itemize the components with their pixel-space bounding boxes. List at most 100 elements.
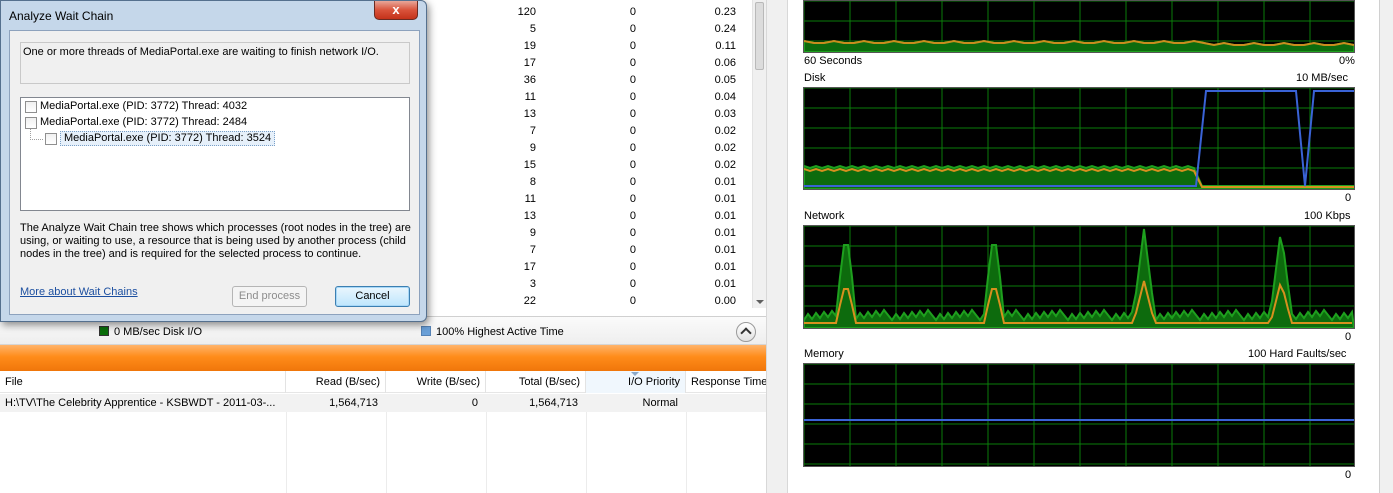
- thread-3524-checkbox[interactable]: [45, 133, 57, 145]
- network-area: [804, 228, 1354, 328]
- handles-cell: 0: [629, 193, 636, 205]
- cpu-time-label: 60 Seconds: [804, 55, 863, 67]
- threads-cell: 36: [523, 74, 536, 86]
- tree-connector: [30, 139, 43, 140]
- cpu-cell: 0.01: [714, 244, 736, 256]
- handles-cell: 0: [629, 91, 636, 103]
- collapse-button[interactable]: [736, 322, 756, 342]
- tree-node-thread-2484[interactable]: MediaPortal.exe (PID: 3772) Thread: 2484: [25, 115, 325, 131]
- cpu-cell: 0.01: [714, 193, 736, 205]
- disk-graph-min: 0: [1345, 192, 1352, 204]
- scroll-thumb[interactable]: [755, 2, 764, 70]
- column-read[interactable]: Read (B/sec): [286, 371, 386, 393]
- cpu-cell: 0.11: [715, 40, 736, 52]
- cpu-cell: 0.02: [714, 159, 736, 171]
- file-name: H:\TV\The Celebrity Apprentice - KSBWDT …: [5, 397, 276, 409]
- handles-cell: 0: [629, 261, 636, 273]
- handles-cell: 0: [629, 278, 636, 290]
- pane-splitter[interactable]: [766, 0, 788, 493]
- wait-chain-description: The Analyze Wait Chain tree shows which …: [20, 222, 411, 260]
- handles-cell: 0: [629, 210, 636, 222]
- io-priority-value: Normal: [642, 397, 678, 409]
- close-button[interactable]: x: [374, 1, 418, 20]
- thread-4032-checkbox[interactable]: [25, 101, 37, 113]
- cpu-cell: 0.01: [714, 261, 736, 273]
- cpu-cell: 0.00: [714, 295, 736, 307]
- memory-graph-title: Memory: [804, 348, 844, 360]
- active-time-legend: 100% Highest Active Time: [436, 326, 564, 338]
- network-graph: [803, 225, 1355, 329]
- dialog-content: One or more threads of MediaPortal.exe a…: [9, 30, 420, 315]
- disk-graph-scale: 10 MB/sec: [1296, 72, 1348, 84]
- wait-chain-tree[interactable]: MediaPortal.exe (PID: 3772) Thread: 4032…: [20, 97, 410, 211]
- handles-cell: 0: [629, 57, 636, 69]
- disk-io-legend: 0 MB/sec Disk I/O: [114, 326, 203, 338]
- scroll-down-icon[interactable]: [756, 300, 764, 304]
- handles-cell: 0: [629, 23, 636, 35]
- tree-node-label: MediaPortal.exe (PID: 3772) Thread: 2484: [40, 116, 248, 128]
- threads-cell: 8: [529, 176, 536, 188]
- threads-cell: 13: [523, 210, 536, 222]
- memory-graph-scale: 100 Hard Faults/sec: [1248, 348, 1347, 360]
- read-value: 1,564,713: [329, 397, 378, 409]
- threads-cell: 11: [524, 91, 536, 103]
- handles-cell: 0: [629, 176, 636, 188]
- cpu-cell: 0.03: [714, 108, 736, 120]
- network-graph-min: 0: [1345, 331, 1352, 343]
- cpu-cell: 0.01: [714, 227, 736, 239]
- cpu-cell: 0.01: [714, 278, 736, 290]
- close-icon: x: [392, 2, 400, 17]
- column-io-priority[interactable]: I/O Priority: [586, 371, 686, 393]
- threads-cell: 7: [529, 125, 536, 137]
- threads-cell: 17: [523, 261, 536, 273]
- threads-cell: 9: [529, 142, 536, 154]
- thread-2484-checkbox[interactable]: [25, 117, 37, 129]
- right-panel-edge: [1379, 0, 1393, 493]
- table-row[interactable]: H:\TV\The Celebrity Apprentice - KSBWDT …: [0, 394, 766, 412]
- write-value: 0: [471, 397, 478, 409]
- tree-node-label: MediaPortal.exe (PID: 3772) Thread: 4032: [40, 100, 248, 112]
- active-time-legend-icon: [421, 326, 431, 336]
- handles-cell: 0: [629, 125, 636, 137]
- threads-cell: 5: [529, 23, 536, 35]
- column-file[interactable]: File: [0, 371, 286, 393]
- threads-cell: 7: [529, 244, 536, 256]
- threads-cell: 120: [517, 6, 536, 18]
- end-process-button[interactable]: End process: [232, 286, 307, 307]
- threads-cell: 22: [523, 295, 536, 307]
- column-write[interactable]: Write (B/sec): [386, 371, 486, 393]
- tree-node-thread-3524[interactable]: MediaPortal.exe (PID: 3772) Thread: 3524: [45, 131, 345, 147]
- cpu-cell: 0.02: [714, 142, 736, 154]
- threads-cell: 11: [524, 193, 536, 205]
- threads-cell: 9: [529, 227, 536, 239]
- handles-cell: 0: [629, 142, 636, 154]
- threads-cell: 3: [529, 278, 536, 290]
- handles-cell: 0: [629, 159, 636, 171]
- process-table-scrollbar[interactable]: [752, 0, 766, 308]
- tree-node-thread-4032[interactable]: MediaPortal.exe (PID: 3772) Thread: 4032: [25, 99, 325, 115]
- cpu-graph: [803, 0, 1355, 53]
- more-about-wait-chains-link[interactable]: More about Wait Chains: [20, 286, 138, 298]
- message-box: One or more threads of MediaPortal.exe a…: [20, 42, 410, 84]
- column-response-time[interactable]: Response Time: [686, 371, 766, 393]
- wait-message: One or more threads of MediaPortal.exe a…: [23, 46, 379, 58]
- cpu-scale-label: 0%: [1339, 55, 1355, 67]
- handles-cell: 0: [629, 6, 636, 18]
- cpu-cell: 0.01: [714, 210, 736, 222]
- cpu-cell: 0.04: [714, 91, 736, 103]
- dialog-title: Analyze Wait Chain: [9, 9, 114, 23]
- column-total[interactable]: Total (B/sec): [486, 371, 586, 393]
- handles-cell: 0: [629, 295, 636, 307]
- handles-cell: 0: [629, 108, 636, 120]
- cpu-cell: 0.02: [714, 125, 736, 137]
- cpu-cell: 0.01: [714, 176, 736, 188]
- disk-graph: [803, 87, 1355, 190]
- network-graph-title: Network: [804, 210, 845, 222]
- disk-io-legend-icon: [99, 326, 109, 336]
- threads-cell: 17: [523, 57, 536, 69]
- cancel-button[interactable]: Cancel: [335, 286, 410, 307]
- cpu-cell: 0.23: [714, 6, 736, 18]
- threads-cell: 13: [523, 108, 536, 120]
- disk-graph-title: Disk: [804, 72, 826, 84]
- handles-cell: 0: [629, 227, 636, 239]
